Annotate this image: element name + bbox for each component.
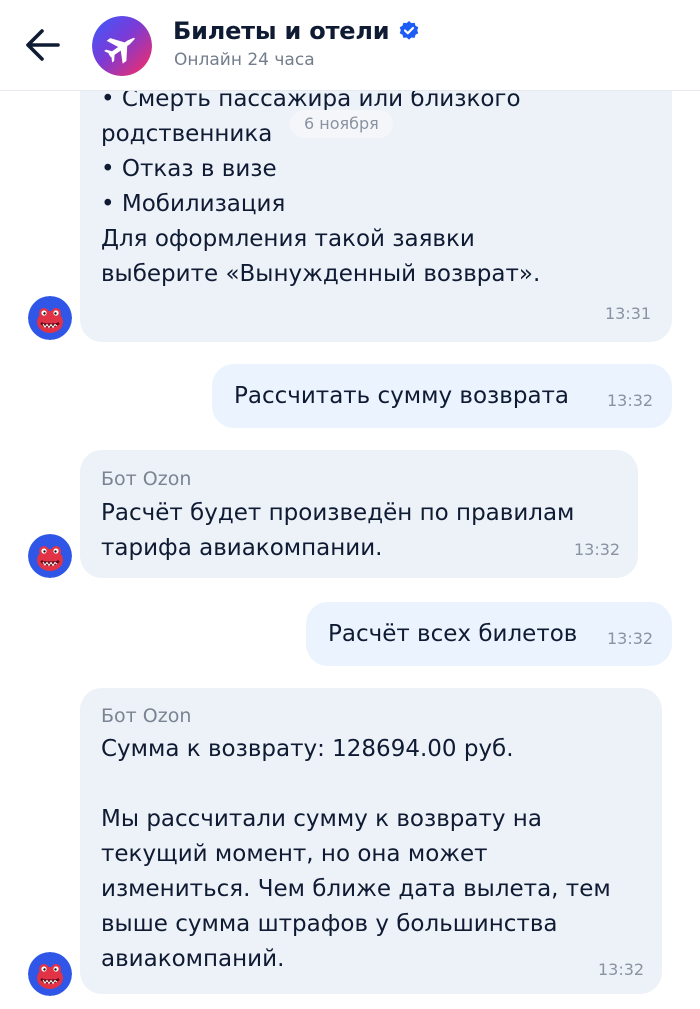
verified-check-icon xyxy=(400,21,419,40)
message-line xyxy=(101,767,611,802)
chat-header: Билеты и отели Онлайн 24 часа xyxy=(0,0,700,91)
message-bubble-incoming[interactable]: Бот Ozon Сумма к возврату: 128694.00 руб… xyxy=(80,688,662,994)
message-line: текущий момент, но она может xyxy=(101,841,488,867)
message-bubble-outgoing[interactable]: Рассчитать сумму возврата 13:32 xyxy=(212,364,672,428)
message-bubble-incoming[interactable]: • Смерть пассажира или близкого родствен… xyxy=(80,60,672,342)
chat-title: Билеты и отели xyxy=(173,17,390,45)
bot-mascot-icon xyxy=(28,952,72,996)
message-line: выше сумма штрафов у большинства xyxy=(101,911,558,937)
airplane-icon xyxy=(92,16,152,76)
message-line: авиакомпаний. xyxy=(101,946,285,972)
message-line: Мы рассчитали сумму к возврату на xyxy=(101,806,542,832)
bot-avatar[interactable] xyxy=(28,296,72,340)
date-separator: 6 ноября xyxy=(290,110,393,138)
bot-avatar[interactable] xyxy=(28,534,72,578)
message-line: • Мобилизация xyxy=(101,191,286,217)
bot-mascot-icon xyxy=(28,296,72,340)
message-time: 13:32 xyxy=(574,540,621,559)
message-text: Рассчитать сумму возврата xyxy=(234,383,570,409)
message-line: Для оформления такой заявки xyxy=(101,226,475,252)
message-time: 13:31 xyxy=(605,304,652,323)
message-text: Расчёт всех билетов xyxy=(328,621,578,647)
message-line: Расчёт будет произведён по правилам xyxy=(101,500,575,526)
back-arrow-icon xyxy=(26,29,60,61)
back-button[interactable] xyxy=(18,20,68,70)
message-time: 13:32 xyxy=(607,629,654,648)
message-sender: Бот Ozon xyxy=(101,705,192,727)
message-time: 13:32 xyxy=(607,391,654,410)
bot-mascot-icon xyxy=(28,534,72,578)
message-bubble-outgoing[interactable]: Расчёт всех билетов 13:32 xyxy=(306,602,672,666)
message-sender: Бот Ozon xyxy=(101,468,192,490)
chat-avatar[interactable] xyxy=(92,16,152,76)
chat-title-row: Билеты и отели xyxy=(173,14,420,48)
chat-screen: Билеты и отели Онлайн 24 часа 6 ноября •… xyxy=(0,0,700,1009)
message-time: 13:32 xyxy=(598,960,645,979)
message-bubble-incoming[interactable]: Бот Ozon Расчёт будет произведён по прав… xyxy=(80,450,638,578)
message-line: тарифа авиакомпании. xyxy=(101,535,383,561)
message-line: Сумма к возврату: 128694.00 руб. xyxy=(101,736,514,762)
message-line: выберите «Вынужденный возврат». xyxy=(101,261,541,287)
message-line: измениться. Чем ближе дата вылета, тем xyxy=(101,876,611,902)
message-line: • Отказ в визе xyxy=(101,156,277,182)
bot-avatar[interactable] xyxy=(28,952,72,996)
chat-status: Онлайн 24 часа xyxy=(174,50,315,70)
